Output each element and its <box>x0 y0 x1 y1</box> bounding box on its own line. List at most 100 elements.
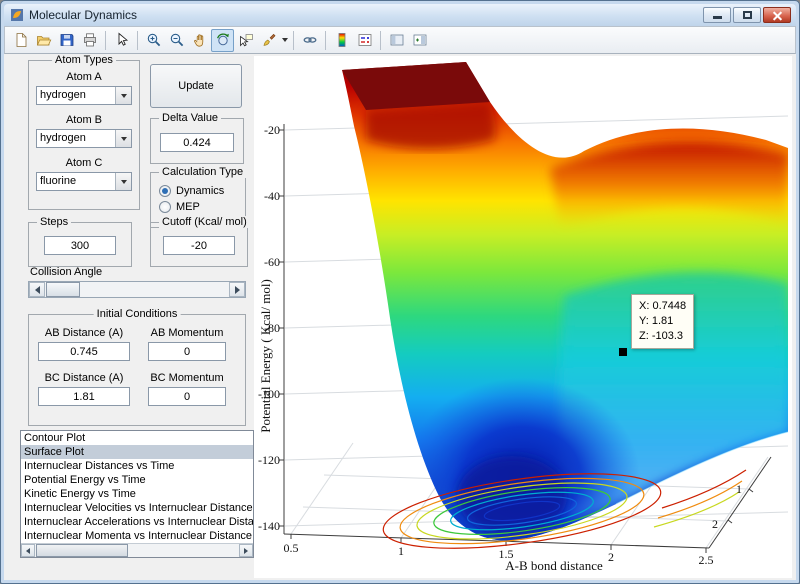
insert-legend-button[interactable] <box>353 29 376 52</box>
zoom-in-icon <box>146 32 162 48</box>
link-plots-button[interactable] <box>298 29 321 52</box>
list-item[interactable]: Contour Plot <box>21 431 253 445</box>
bc-momentum-input[interactable] <box>148 387 226 406</box>
slider-right-arrow[interactable] <box>229 282 245 297</box>
link-plots-icon <box>302 32 318 48</box>
chevron-down-icon <box>121 137 127 141</box>
hide-plot-tools-icon <box>389 32 405 48</box>
data-cursor-icon <box>238 32 254 48</box>
brush-dropdown[interactable] <box>280 29 289 52</box>
radio-dot <box>159 185 171 197</box>
open-file-icon <box>36 32 52 48</box>
bc-momentum-label: BC Momentum <box>150 372 223 384</box>
steps-input[interactable] <box>44 236 116 255</box>
hide-plot-tools-button[interactable] <box>385 29 408 52</box>
list-item[interactable]: Internuclear Velocities vs Internuclear … <box>21 501 253 515</box>
titlebar[interactable]: Molecular Dynamics <box>4 4 796 26</box>
list-item[interactable]: Internuclear Distances vs Time <box>21 459 253 473</box>
collision-angle-label: Collision Angle <box>30 266 102 278</box>
data-cursor-button[interactable] <box>234 29 257 52</box>
zoom-out-button[interactable] <box>165 29 188 52</box>
slider-thumb[interactable] <box>46 282 80 297</box>
x-tick: 0.5 <box>273 541 309 556</box>
atom-a-select[interactable]: hydrogen <box>36 86 132 105</box>
maximize-icon <box>743 11 752 19</box>
maximize-button[interactable] <box>733 7 761 23</box>
list-item-selected[interactable]: Surface Plot <box>21 445 253 459</box>
figure-content: Atom Types Atom A hydrogen Atom B hydrog… <box>4 54 796 580</box>
window-icon <box>10 8 24 22</box>
initial-conditions-title: Initial Conditions <box>94 308 181 320</box>
zoom-out-icon <box>169 32 185 48</box>
insert-colorbar-button[interactable] <box>330 29 353 52</box>
delta-value-input[interactable] <box>160 133 234 152</box>
new-figure-button[interactable] <box>9 29 32 52</box>
collision-angle-slider[interactable] <box>28 281 246 298</box>
zoom-in-button[interactable] <box>142 29 165 52</box>
rotate-3d-icon <box>215 32 231 48</box>
colorbar-icon <box>334 32 350 48</box>
list-item[interactable]: Kinetic Energy vs Time <box>21 487 253 501</box>
datatip[interactable]: X: 0.7448 Y: 1.81 Z: -103.3 <box>631 294 694 349</box>
save-figure-button[interactable] <box>55 29 78 52</box>
scroll-thumb[interactable] <box>36 544 128 557</box>
ab-momentum-label: AB Momentum <box>151 327 224 339</box>
datatip-marker[interactable] <box>619 348 627 356</box>
radio-dynamics[interactable]: Dynamics <box>151 183 245 199</box>
show-plot-tools-button[interactable] <box>408 29 431 52</box>
edit-plot-button[interactable] <box>110 29 133 52</box>
datatip-z: Z: -103.3 <box>639 329 686 344</box>
open-file-button[interactable] <box>32 29 55 52</box>
minimize-button[interactable] <box>703 7 731 23</box>
window-title: Molecular Dynamics <box>29 8 137 22</box>
delta-value-title: Delta Value <box>159 112 221 124</box>
listbox-hscrollbar[interactable] <box>21 543 253 557</box>
depth-tick: 2 <box>712 517 732 532</box>
brush-button[interactable] <box>257 29 280 52</box>
calculation-type-title: Calculation Type <box>159 166 246 178</box>
app-window: Molecular Dynamics Atom Type <box>0 0 800 584</box>
steps-title: Steps <box>37 216 71 228</box>
show-plot-tools-icon <box>412 32 428 48</box>
slider-left-arrow[interactable] <box>29 282 45 297</box>
brush-icon <box>261 32 277 48</box>
scroll-right-arrow[interactable] <box>239 544 253 557</box>
list-item[interactable]: Internuclear Accelerations vs Internucle… <box>21 515 253 529</box>
atom-types-title: Atom Types <box>52 54 116 66</box>
atom-b-label: Atom B <box>66 114 102 126</box>
toolbar <box>4 26 796 54</box>
steps-panel: Steps <box>28 222 132 267</box>
x-axis-label: A-B bond distance <box>404 558 704 574</box>
list-item[interactable]: Internuclear Momenta vs Internuclear Dis… <box>21 529 253 543</box>
ab-momentum-input[interactable] <box>148 342 226 361</box>
bc-distance-input[interactable] <box>38 387 130 406</box>
pan-button[interactable] <box>188 29 211 52</box>
close-button[interactable] <box>763 7 791 23</box>
ab-distance-label: AB Distance (A) <box>45 327 123 339</box>
toolbar-separator <box>105 31 106 50</box>
save-figure-icon <box>59 32 75 48</box>
chevron-down-icon <box>121 180 127 184</box>
minimize-icon <box>713 16 722 19</box>
radio-mep[interactable]: MEP <box>151 199 245 215</box>
print-figure-icon <box>82 32 98 48</box>
list-item[interactable]: Potential Energy vs Time <box>21 473 253 487</box>
print-figure-button[interactable] <box>78 29 101 52</box>
atom-types-panel: Atom Types Atom A hydrogen Atom B hydrog… <box>28 60 140 210</box>
chevron-down-icon <box>121 94 127 98</box>
datatip-y: Y: 1.81 <box>639 314 686 329</box>
y-axis-label: Potential Energy ( Kcal/ mol) <box>258 196 274 516</box>
atom-b-select[interactable]: hydrogen <box>36 129 132 148</box>
atom-a-label: Atom A <box>66 71 101 83</box>
ab-distance-input[interactable] <box>38 342 130 361</box>
cutoff-input[interactable] <box>163 236 235 255</box>
legend-icon <box>357 32 373 48</box>
atom-c-select[interactable]: fluorine <box>36 172 132 191</box>
datatip-x: X: 0.7448 <box>639 299 686 314</box>
z-tick: -140 <box>254 519 280 534</box>
scroll-left-arrow[interactable] <box>21 544 35 557</box>
cutoff-panel: Cutoff (Kcal/ mol) <box>150 222 248 267</box>
update-button[interactable]: Update <box>150 64 242 108</box>
rotate-3d-button[interactable] <box>211 29 234 52</box>
plot-canvas[interactable]: -20 -40 -60 -80 -100 -120 -140 0.5 1 1.5… <box>254 56 792 578</box>
